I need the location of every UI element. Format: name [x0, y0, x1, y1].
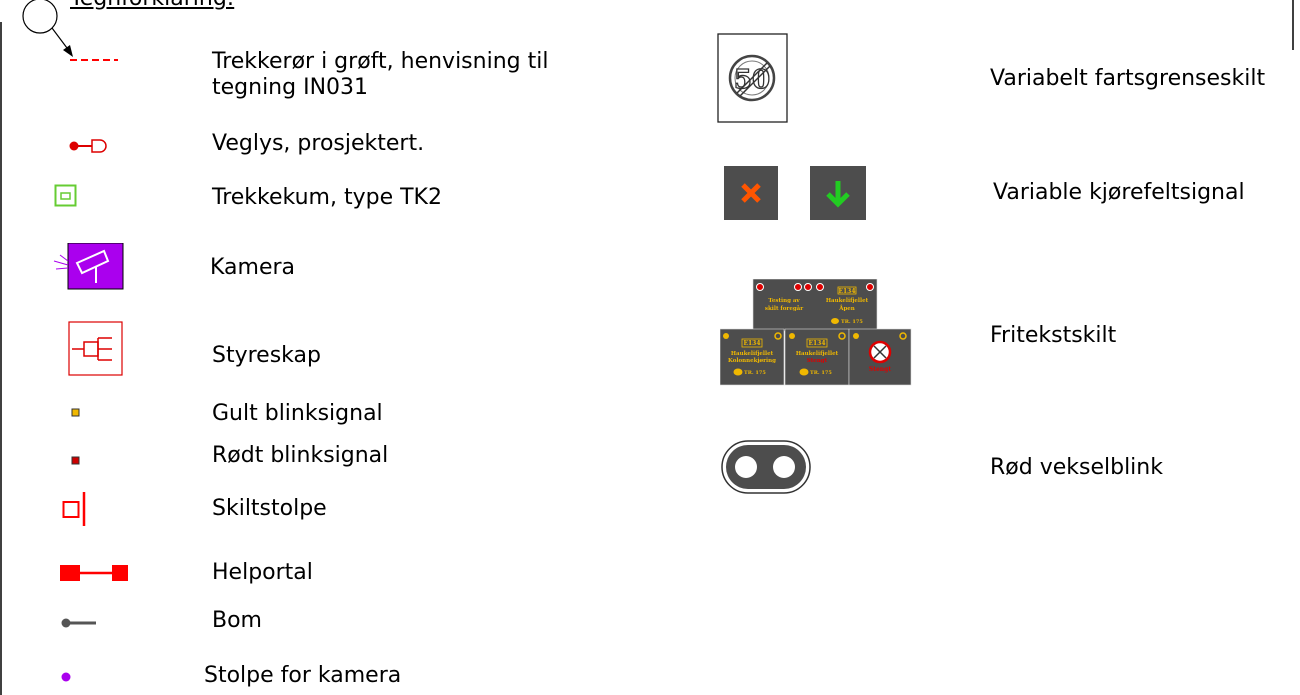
svg-text:Haukelifjellet: Haukelifjellet — [826, 298, 869, 304]
svg-text:Stengt: Stengt — [869, 366, 891, 373]
barrier-icon — [61, 618, 96, 628]
legend-label-trekkeror: Trekkerør i grøft, henvisning til tegnin… — [212, 49, 549, 100]
pull-box-icon — [54, 184, 77, 207]
freetext-sign-bottom-mid: E134 Haukelifjellet Stengt TR. 175 — [784, 328, 850, 386]
legend-label-gult: Gult blinksignal — [212, 401, 383, 426]
legend-label-vekselblink: Rød vekselblink — [990, 455, 1163, 480]
freetext-sign-bottom-left: E134 Haukelifjellet Kolonnekjøring TR. 1… — [720, 328, 785, 386]
control-cabinet-icon — [68, 321, 123, 376]
svg-text:Kolonnekjøring: Kolonnekjøring — [728, 358, 776, 364]
road-light-icon — [69, 139, 107, 153]
svg-text:Haukelifjellet: Haukelifjellet — [796, 351, 839, 357]
legend-label-kjorefelt: Variable kjørefeltsignal — [993, 180, 1245, 205]
svg-text:TR. 175: TR. 175 — [810, 370, 832, 376]
svg-text:E134: E134 — [808, 340, 825, 347]
freetext-sign-bottom-right: Stengt — [848, 328, 912, 386]
lane-signal-icon — [724, 166, 866, 220]
freetext-sign-top: E134 Testing av skilt foregår Haukelifje… — [752, 279, 878, 332]
variable-speed-sign-icon: 50 — [717, 33, 788, 123]
legend-label-styreskap: Styreskap — [212, 343, 321, 368]
sign-post-icon — [62, 492, 86, 526]
svg-text:Stengt: Stengt — [807, 358, 828, 364]
legend-label-rodt: Rødt blinksignal — [212, 443, 389, 468]
svg-text:TR. 175: TR. 175 — [744, 370, 766, 376]
legend-label-kamera: Kamera — [210, 255, 296, 280]
legend-label-stolpe-kamera: Stolpe for kamera — [204, 663, 402, 688]
camera-icon — [53, 243, 124, 290]
legend-label-fartsgrense: Variabelt fartsgrenseskilt — [990, 66, 1266, 91]
legend-label-skiltstolpe: Skiltstolpe — [212, 496, 327, 521]
svg-text:Haukelifjellet: Haukelifjellet — [731, 351, 774, 357]
svg-text:Åpen: Åpen — [838, 304, 855, 312]
svg-text:E134: E134 — [838, 288, 855, 295]
legend-label-helportal: Helportal — [212, 560, 313, 585]
full-portal-icon — [60, 565, 128, 581]
lane-open-signal — [810, 166, 866, 220]
red-flash-icon — [71, 456, 80, 465]
svg-text:Testing av: Testing av — [768, 298, 800, 304]
svg-text:skilt foregår: skilt foregår — [765, 305, 803, 312]
legend-title: Tegnforklaring: — [70, 0, 234, 12]
legend-label-veglys: Veglys, prosjektert. — [212, 131, 425, 156]
svg-text:TR. 175: TR. 175 — [841, 319, 863, 325]
alternating-red-flash-icon — [721, 440, 811, 494]
yellow-flash-icon — [71, 408, 80, 417]
free-text-sign-icon: E134 Testing av skilt foregår Haukelifje… — [720, 279, 912, 386]
callout-circle-icon — [22, 0, 58, 34]
lane-closed-signal — [724, 166, 778, 220]
legend-label-trekkekum: Trekkekum, type TK2 — [212, 185, 442, 210]
legend-label-bom: Bom — [212, 608, 262, 633]
dashed-red-line-icon — [70, 59, 118, 61]
svg-text:E134: E134 — [743, 340, 760, 347]
legend-label-fritekst: Fritekstskilt — [990, 323, 1117, 348]
camera-post-icon — [61, 672, 71, 682]
